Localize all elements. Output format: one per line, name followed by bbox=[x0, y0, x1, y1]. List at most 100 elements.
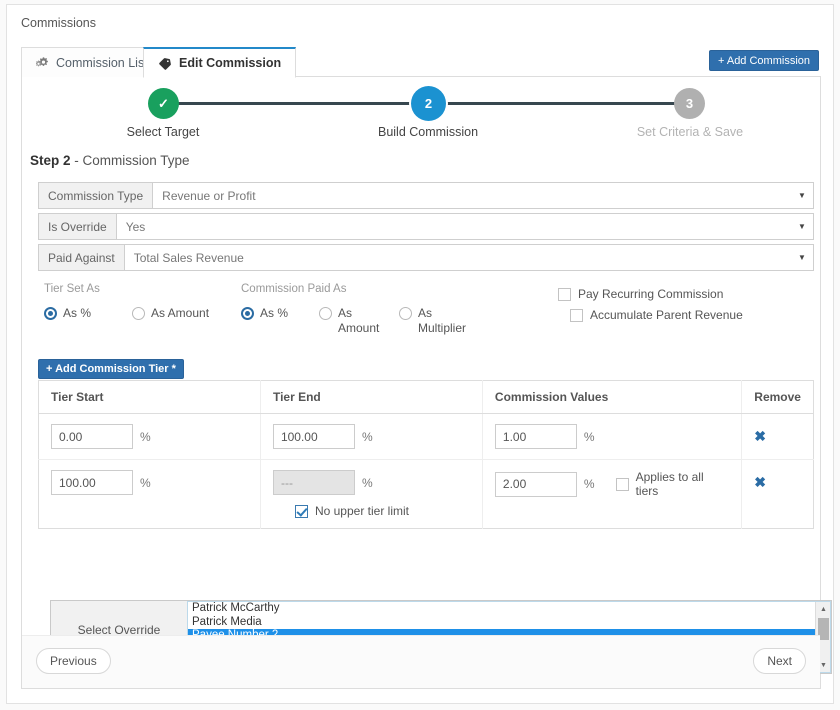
radio-label: As % bbox=[63, 306, 92, 320]
checkbox-icon bbox=[558, 287, 571, 301]
is-override-select[interactable]: Is Override Yes ▼ bbox=[38, 213, 814, 240]
table-row: % % No upper tier limit bbox=[38, 459, 814, 529]
page-card: Commissions Commission List Edit Commiss… bbox=[6, 4, 834, 704]
cell-commission-value: % Applies to all tiers bbox=[482, 459, 743, 529]
tag-icon bbox=[158, 57, 172, 70]
checkbox-label: Pay Recurring Commission bbox=[578, 287, 724, 301]
chevron-down-icon: ▼ bbox=[798, 222, 806, 231]
wizard-panel: ✓ 2 3 Select Target Build Commission Set… bbox=[21, 77, 832, 689]
chevron-down-icon: ▼ bbox=[798, 253, 806, 262]
list-item[interactable]: Patrick Media bbox=[188, 616, 830, 630]
wizard-step-2-label: Build Commission bbox=[377, 125, 479, 139]
commission-options-checkboxes: Pay Recurring Commission Accumulate Pare… bbox=[558, 287, 743, 329]
checkbox-label: Applies to all tiers bbox=[635, 470, 704, 498]
radio-label: As % bbox=[260, 306, 289, 320]
radio-paid-as-percent[interactable]: As % bbox=[241, 306, 319, 336]
radio-paid-as-amount[interactable]: As Amount bbox=[319, 306, 399, 336]
add-commission-button[interactable]: + Add Commission bbox=[708, 50, 819, 71]
radio-icon bbox=[44, 307, 57, 320]
gears-icon bbox=[36, 56, 49, 69]
cell-tier-start: % bbox=[38, 413, 261, 460]
commission-value-input-2[interactable] bbox=[494, 471, 577, 497]
paid-against-value: Total Sales Revenue bbox=[133, 250, 244, 265]
tab-label: Edit Commission bbox=[179, 56, 282, 70]
is-override-label: Is Override bbox=[39, 214, 117, 239]
checkbox-pay-recurring-commission[interactable]: Pay Recurring Commission bbox=[558, 287, 743, 301]
commission-type-value: Revenue or Profit bbox=[162, 188, 256, 203]
radio-tier-set-as-percent[interactable]: As % bbox=[44, 306, 132, 321]
commission-value-input-1[interactable] bbox=[494, 424, 577, 449]
wizard-step-3-label: Set Criteria & Save bbox=[636, 125, 744, 139]
commission-type-label: Commission Type bbox=[39, 183, 154, 208]
tab-label: Commission List bbox=[56, 55, 148, 70]
commission-type-select[interactable]: Commission Type Revenue or Profit ▼ bbox=[38, 182, 814, 209]
paid-against-label: Paid Against bbox=[39, 245, 125, 270]
wizard-footer: Previous Next bbox=[22, 635, 820, 688]
commission-paid-as-title: Commission Paid As bbox=[241, 283, 347, 295]
scroll-up-icon[interactable]: ▲ bbox=[816, 602, 830, 616]
unit-label: % bbox=[140, 429, 151, 444]
tier-set-as-title: Tier Set As bbox=[44, 283, 100, 295]
previous-button[interactable]: Previous bbox=[36, 648, 111, 674]
checkbox-no-upper-tier-limit[interactable]: No upper tier limit bbox=[294, 504, 470, 518]
radio-label: As Multiplier bbox=[418, 306, 467, 335]
radio-paid-as-multiplier[interactable]: As Multiplier bbox=[399, 306, 470, 336]
column-tier-start: Tier Start bbox=[38, 380, 261, 414]
radio-icon bbox=[241, 307, 254, 320]
checkbox-label: Accumulate Parent Revenue bbox=[590, 308, 743, 322]
tab-strip: Commission List Edit Commission bbox=[21, 47, 821, 78]
checkbox-accumulate-parent-revenue[interactable]: Accumulate Parent Revenue bbox=[570, 308, 743, 322]
cell-tier-end: % bbox=[260, 413, 483, 460]
remove-tier-button-2[interactable]: ✖ bbox=[754, 474, 766, 490]
page-title: Step 2 - Commission Type bbox=[30, 153, 190, 168]
unit-label: % bbox=[361, 475, 373, 490]
checkbox-applies-to-all-tiers[interactable]: Applies to all tiers bbox=[615, 470, 730, 498]
remove-tier-button-1[interactable]: ✖ bbox=[754, 428, 766, 444]
cell-tier-end: % No upper tier limit bbox=[260, 459, 483, 529]
commission-paid-as-group: Commission Paid As As % As Amount As Mul… bbox=[241, 283, 521, 336]
is-override-value: Yes bbox=[125, 219, 146, 234]
commission-tier-table: Tier Start Tier End Commission Values Re… bbox=[38, 380, 814, 529]
cell-remove: ✖ bbox=[741, 413, 814, 460]
add-commission-tier-button[interactable]: + Add Commission Tier * bbox=[38, 359, 184, 379]
chevron-down-icon: ▼ bbox=[798, 191, 806, 200]
breadcrumb: Commissions bbox=[21, 16, 97, 30]
radio-icon bbox=[399, 307, 412, 320]
wizard-connector-2 bbox=[422, 102, 694, 105]
paid-against-select[interactable]: Paid Against Total Sales Revenue ▼ bbox=[38, 244, 814, 271]
checkbox-label: No upper tier limit bbox=[314, 504, 409, 518]
cell-commission-value: % bbox=[482, 413, 743, 460]
unit-label: % bbox=[583, 429, 595, 444]
step-subtitle: - Commission Type bbox=[70, 153, 190, 168]
cell-tier-start: % bbox=[38, 459, 261, 529]
table-header-row: Tier Start Tier End Commission Values Re… bbox=[38, 380, 814, 414]
app-page: Commissions Commission List Edit Commiss… bbox=[0, 0, 840, 710]
checkbox-icon bbox=[570, 308, 583, 322]
cell-remove: ✖ bbox=[742, 460, 814, 529]
unit-label: % bbox=[140, 475, 151, 490]
next-button[interactable]: Next bbox=[753, 648, 806, 674]
tier-end-input-1[interactable] bbox=[272, 424, 355, 449]
tab-commission-list[interactable]: Commission List bbox=[21, 47, 163, 78]
column-remove: Remove bbox=[741, 380, 814, 414]
wizard-step-1-label: Select Target bbox=[126, 125, 200, 139]
column-commission-values: Commission Values bbox=[482, 380, 743, 414]
tab-edit-commission[interactable]: Edit Commission bbox=[143, 47, 297, 78]
radio-label: As Amount bbox=[338, 306, 380, 335]
table-row: % % % bbox=[38, 413, 814, 460]
wizard-step-3-node[interactable]: 3 bbox=[674, 88, 705, 119]
checkbox-icon bbox=[294, 504, 308, 518]
tier-set-as-group: Tier Set As As % As Amount bbox=[44, 283, 244, 321]
list-item[interactable]: Patrick McCarthy bbox=[188, 602, 830, 616]
wizard-connector-1 bbox=[177, 102, 427, 105]
unit-label: % bbox=[583, 477, 595, 491]
radio-tier-set-as-amount[interactable]: As Amount bbox=[132, 306, 209, 321]
tier-start-input-1[interactable] bbox=[51, 424, 133, 449]
unit-label: % bbox=[361, 429, 373, 444]
wizard-step-1-node[interactable]: ✓ bbox=[148, 88, 179, 119]
wizard-step-2-node[interactable]: 2 bbox=[411, 86, 446, 121]
column-tier-end: Tier End bbox=[260, 380, 483, 414]
tier-start-input-2[interactable] bbox=[51, 470, 133, 495]
wizard-progress: ✓ 2 3 Select Target Build Commission Set… bbox=[22, 77, 822, 152]
checkbox-icon bbox=[615, 477, 629, 491]
